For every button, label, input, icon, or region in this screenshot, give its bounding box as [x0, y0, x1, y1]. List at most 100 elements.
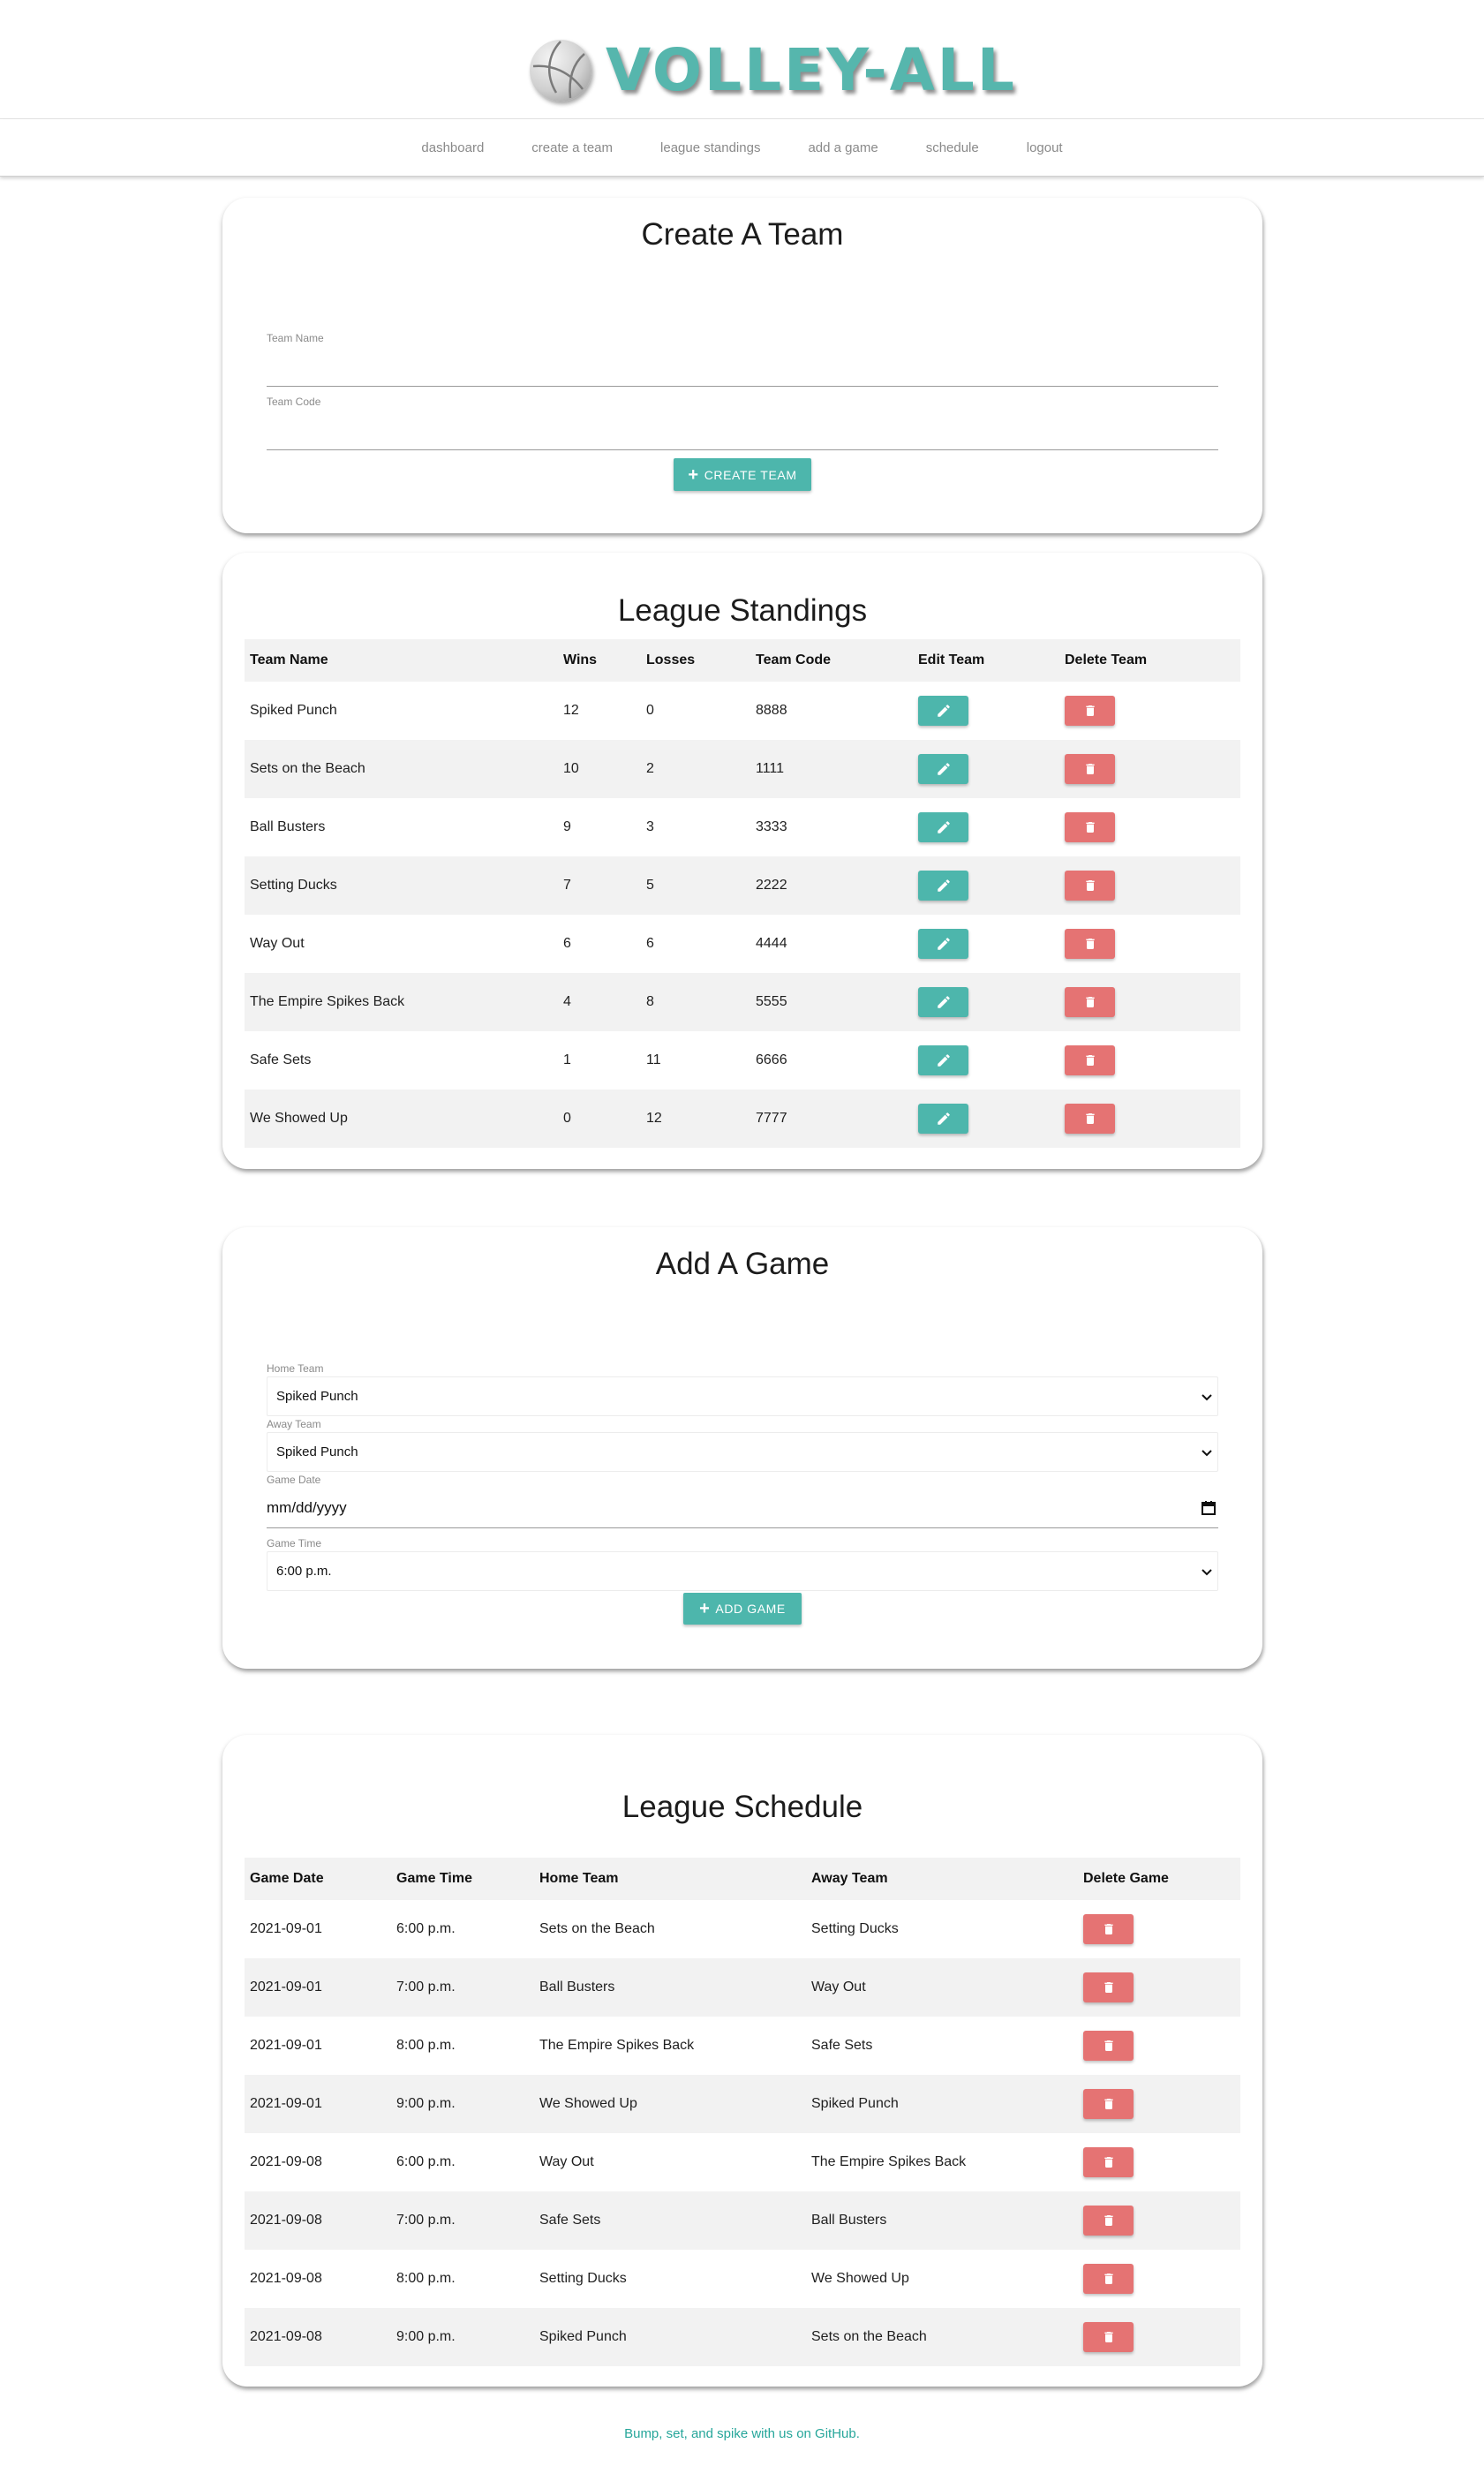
delete-game-button[interactable]	[1083, 2206, 1134, 2236]
team-code-cell: 4444	[756, 936, 787, 951]
delete-team-button[interactable]	[1065, 1045, 1115, 1075]
nav-league-standings[interactable]: league standings	[637, 140, 784, 155]
away-team-cell: We Showed Up	[811, 2271, 909, 2286]
team-name-cell: We Showed Up	[250, 1111, 348, 1126]
losses-cell: 2	[646, 761, 654, 776]
schedule-row: 2021-09-01 7:00 p.m. Ball Busters Way Out	[245, 1958, 1240, 2017]
team-name-field[interactable]: Team Name	[267, 332, 1218, 387]
home-team-select[interactable]: Spiked Punch	[267, 1376, 1218, 1416]
losses-cell: 12	[646, 1111, 662, 1126]
delete-game-button[interactable]	[1083, 2322, 1134, 2352]
game-date-cell: 2021-09-01	[250, 1980, 322, 1995]
game-date-cell: 2021-09-01	[250, 1921, 322, 1936]
standings-row: Setting Ducks 7 5 2222	[245, 856, 1240, 915]
game-date-label: Game Date	[267, 1474, 321, 1486]
delete-team-button[interactable]	[1065, 1104, 1115, 1134]
trash-icon	[1104, 2215, 1113, 2226]
brand-logo[interactable]: VOLLEY-ALL	[530, 35, 1017, 106]
game-date-cell: 2021-09-08	[250, 2213, 322, 2228]
away-team-select[interactable]: Spiked Punch	[267, 1432, 1218, 1472]
edit-team-cell	[918, 740, 968, 798]
delete-team-button[interactable]	[1065, 871, 1115, 901]
game-time-cell: 9:00 p.m.	[396, 2329, 456, 2344]
game-time-value: 6:00 p.m.	[276, 1564, 332, 1579]
delete-team-cell	[1065, 1031, 1115, 1090]
team-code-field[interactable]: Team Code	[267, 396, 1218, 450]
trash-icon	[1085, 1113, 1095, 1124]
delete-game-button[interactable]	[1083, 2147, 1134, 2177]
col-game-time: Game Time	[396, 1871, 472, 1886]
standings-row: The Empire Spikes Back 4 8 5555	[245, 973, 1240, 1031]
delete-team-button[interactable]	[1065, 696, 1115, 726]
delete-team-cell	[1065, 856, 1115, 915]
game-date-input[interactable]: mm/dd/yyyy	[267, 1488, 1218, 1528]
create-team-button[interactable]: + CREATE TEAM	[674, 458, 811, 491]
col-delete-team: Delete Team	[1065, 652, 1148, 667]
delete-team-cell	[1065, 973, 1115, 1031]
edit-team-cell	[918, 915, 968, 973]
edit-team-button[interactable]	[918, 1045, 968, 1075]
nav-dashboard[interactable]: dashboard	[397, 140, 508, 155]
game-time-cell: 7:00 p.m.	[396, 1980, 456, 1995]
team-name-cell: Ball Busters	[250, 819, 326, 834]
team-code-cell: 5555	[756, 994, 787, 1009]
edit-team-button[interactable]	[918, 754, 968, 784]
team-name-cell: Setting Ducks	[250, 878, 337, 893]
game-date-placeholder: mm/dd/yyyy	[267, 1498, 347, 1516]
team-name-cell: Spiked Punch	[250, 703, 337, 718]
losses-cell: 0	[646, 703, 654, 718]
wins-cell: 12	[563, 703, 579, 718]
edit-team-button[interactable]	[918, 696, 968, 726]
trash-icon	[1085, 997, 1095, 1007]
away-team-cell: Ball Busters	[811, 2213, 887, 2228]
trash-icon	[1085, 880, 1095, 891]
team-code-cell: 3333	[756, 819, 787, 834]
delete-game-button[interactable]	[1083, 1972, 1134, 2002]
edit-team-button[interactable]	[918, 929, 968, 959]
trash-icon	[1104, 1924, 1113, 1934]
away-team-label: Away Team	[267, 1418, 321, 1430]
pencil-icon	[937, 1054, 950, 1067]
trash-icon	[1085, 705, 1095, 716]
chevron-down-icon	[1202, 1449, 1212, 1456]
schedule-table: Game Date Game Time Home Team Away Team …	[245, 1858, 1240, 2366]
delete-game-button[interactable]	[1083, 1914, 1134, 1944]
add-game-button[interactable]: + ADD GAME	[683, 1593, 802, 1625]
edit-team-button[interactable]	[918, 871, 968, 901]
team-name-input[interactable]	[267, 386, 1218, 387]
delete-game-cell	[1083, 2075, 1134, 2133]
nav-schedule[interactable]: schedule	[902, 140, 1003, 155]
away-team-cell: Way Out	[811, 1980, 866, 1995]
game-time-select[interactable]: 6:00 p.m.	[267, 1551, 1218, 1591]
nav-logout[interactable]: logout	[1003, 140, 1087, 155]
game-time-cell: 8:00 p.m.	[396, 2271, 456, 2286]
trash-icon	[1085, 1055, 1095, 1066]
nav-create-team[interactable]: create a team	[508, 140, 637, 155]
edit-team-button[interactable]	[918, 987, 968, 1017]
game-time-cell: 6:00 p.m.	[396, 2154, 456, 2169]
col-team-code: Team Code	[756, 652, 832, 667]
calendar-icon[interactable]	[1201, 1500, 1217, 1516]
delete-team-button[interactable]	[1065, 987, 1115, 1017]
delete-game-cell	[1083, 2017, 1134, 2075]
delete-team-button[interactable]	[1065, 812, 1115, 842]
wins-cell: 0	[563, 1111, 571, 1126]
delete-team-cell	[1065, 915, 1115, 973]
delete-team-button[interactable]	[1065, 754, 1115, 784]
team-name-cell: Safe Sets	[250, 1052, 312, 1067]
delete-team-button[interactable]	[1065, 929, 1115, 959]
chevron-down-icon	[1202, 1568, 1212, 1575]
nav-add-game[interactable]: add a game	[784, 140, 901, 155]
footer-github-link[interactable]: Bump, set, and spike with us on GitHub.	[0, 2426, 1484, 2441]
trash-icon	[1085, 764, 1095, 774]
delete-game-button[interactable]	[1083, 2031, 1134, 2061]
team-code-input[interactable]	[267, 449, 1218, 450]
home-team-cell: Sets on the Beach	[539, 1921, 655, 1936]
edit-team-button[interactable]	[918, 1104, 968, 1134]
game-date-cell: 2021-09-01	[250, 2096, 322, 2111]
team-code-cell: 8888	[756, 703, 787, 718]
edit-team-button[interactable]	[918, 812, 968, 842]
delete-game-button[interactable]	[1083, 2264, 1134, 2294]
delete-game-button[interactable]	[1083, 2089, 1134, 2119]
away-team-cell: Spiked Punch	[811, 2096, 899, 2111]
